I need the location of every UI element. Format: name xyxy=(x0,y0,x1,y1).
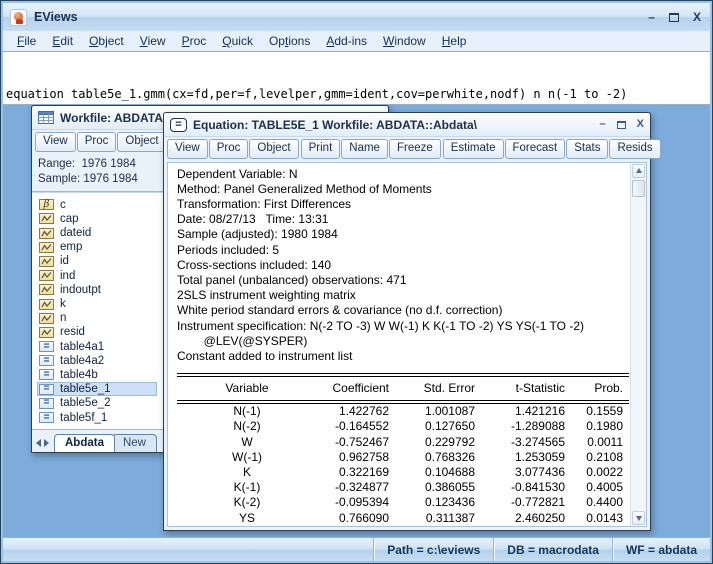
series-icon xyxy=(39,255,54,267)
series-icon xyxy=(39,270,54,282)
equation-title-bar[interactable]: Equation: TABLE5E_1 Workfile: ABDATA::Ab… xyxy=(164,113,650,137)
status-wf: WF = abdata xyxy=(611,538,710,561)
command-line: equation table5e_1.gmm(cx=fd,per=f,level… xyxy=(6,87,628,101)
tab-abdata[interactable]: Abdata xyxy=(54,434,115,452)
table-row: W -0.752467 0.229792 -3.274565 0.0011 xyxy=(241,434,623,449)
command-window[interactable]: equation table5e_1.gmm(cx=fd,per=f,level… xyxy=(3,52,710,105)
maximize-icon[interactable] xyxy=(668,12,679,22)
eq-print-button[interactable]: Print xyxy=(300,139,341,159)
status-db: DB = macrodata xyxy=(493,538,612,561)
series-icon xyxy=(39,227,54,239)
wf-object-button[interactable]: Object xyxy=(117,132,167,152)
menu-bar: File Edit Object View Proc Quick Options… xyxy=(3,31,710,52)
menu-proc[interactable]: Proc xyxy=(174,32,215,50)
status-path: Path = c:\eviews xyxy=(373,538,493,561)
table-row: W(-1) 0.962758 0.768326 1.253059 0.2108 xyxy=(232,449,623,464)
series-icon xyxy=(39,312,54,324)
app-title: EViews xyxy=(34,10,78,24)
workfile-icon xyxy=(38,111,54,124)
minimize-icon[interactable]: – xyxy=(648,11,655,23)
equation-window: Equation: TABLE5E_1 Workfile: ABDATA::Ab… xyxy=(163,112,661,531)
main-title-bar[interactable]: EViews – X xyxy=(3,3,710,31)
mdi-area: Workfile: ABDATA View Proc Object Save R… xyxy=(3,105,710,537)
series-icon xyxy=(39,298,54,310)
menu-file[interactable]: File xyxy=(9,32,44,50)
tab-scroll-right-icon[interactable] xyxy=(44,439,49,447)
scroll-down-icon[interactable] xyxy=(632,511,645,525)
close-icon[interactable]: X xyxy=(693,11,701,23)
eq-view-button[interactable]: View xyxy=(167,139,208,159)
equation-object-icon xyxy=(170,117,187,132)
eq-resids-button[interactable]: Resids xyxy=(609,139,661,159)
beta-icon xyxy=(39,199,54,211)
table-row: YS 0.766090 0.311387 2.460250 0.0143 xyxy=(238,510,623,525)
series-icon xyxy=(39,213,54,225)
list-item-selected[interactable]: table5e_1 xyxy=(37,382,157,397)
menu-add-ins[interactable]: Add-ins xyxy=(318,32,375,50)
eviews-main-window: EViews – X File Edit Object View Proc Qu… xyxy=(0,0,713,564)
table-row: N(-2) -0.164552 0.127650 -1.289088 0.1980 xyxy=(233,419,623,434)
eq-estimate-button[interactable]: Estimate xyxy=(442,139,504,159)
wf-view-button[interactable]: View xyxy=(35,132,76,152)
menu-object[interactable]: Object xyxy=(81,32,132,50)
menu-window[interactable]: Window xyxy=(375,32,434,50)
eq-name-button[interactable]: Name xyxy=(341,139,388,159)
table-row: K 0.322169 0.104688 3.077436 0.0022 xyxy=(242,465,623,480)
equation-icon xyxy=(39,397,54,409)
eviews-logo-icon xyxy=(10,8,27,26)
tab-new-page[interactable]: New xyxy=(111,434,157,452)
equation-icon xyxy=(39,383,54,395)
equation-icon xyxy=(39,355,54,367)
estimation-summary: Dependent Variable: N Method: Panel Gene… xyxy=(168,163,630,526)
menu-view[interactable]: View xyxy=(132,32,174,50)
series-icon xyxy=(39,326,54,338)
equation-icon xyxy=(39,341,54,353)
table-row: K(-1) -0.324877 0.386055 -0.841530 0.4005 xyxy=(233,480,623,495)
close-icon[interactable]: X xyxy=(637,119,644,130)
coefficient-table: Variable Coefficient Std. Error t-Statis… xyxy=(177,373,629,526)
eq-stats-button[interactable]: Stats xyxy=(566,139,609,159)
wf-proc-button[interactable]: Proc xyxy=(76,132,117,152)
maximize-icon[interactable] xyxy=(616,120,626,129)
eq-object-button[interactable]: Object xyxy=(249,139,299,159)
menu-options[interactable]: Options xyxy=(261,32,318,50)
equation-title: Equation: TABLE5E_1 Workfile: ABDATA::Ab… xyxy=(193,117,478,132)
table-header-row: Variable Coefficient Std. Error t-Statis… xyxy=(225,381,623,396)
status-bar: Path = c:\eviews DB = macrodata WF = abd… xyxy=(3,537,710,561)
table-row: K(-2) -0.095394 0.123436 -0.772821 0.4400 xyxy=(233,495,623,510)
eq-freeze-button[interactable]: Freeze xyxy=(388,139,441,159)
series-icon xyxy=(39,284,54,296)
eq-forecast-button[interactable]: Forecast xyxy=(504,139,566,159)
menu-help[interactable]: Help xyxy=(434,32,475,50)
scrollbar-thumb[interactable] xyxy=(632,179,645,197)
scroll-up-icon[interactable] xyxy=(632,163,645,178)
equation-toolbar: View Proc Object Print Name Freeze Estim… xyxy=(164,137,661,161)
table-row: N(-1) 1.422762 1.001087 1.421216 0.1559 xyxy=(233,404,623,419)
eq-proc-button[interactable]: Proc xyxy=(208,139,249,159)
equation-icon xyxy=(39,412,54,424)
menu-quick[interactable]: Quick xyxy=(214,32,261,50)
vertical-scrollbar[interactable] xyxy=(630,162,646,526)
equation-icon xyxy=(39,369,54,381)
workfile-title: Workfile: ABDATA xyxy=(60,110,163,125)
minimize-icon[interactable]: – xyxy=(600,119,606,130)
tab-scroll-left-icon[interactable] xyxy=(36,439,41,447)
menu-edit[interactable]: Edit xyxy=(44,32,81,50)
series-icon xyxy=(39,241,54,253)
equation-output: Dependent Variable: N Method: Panel Gene… xyxy=(167,161,647,527)
